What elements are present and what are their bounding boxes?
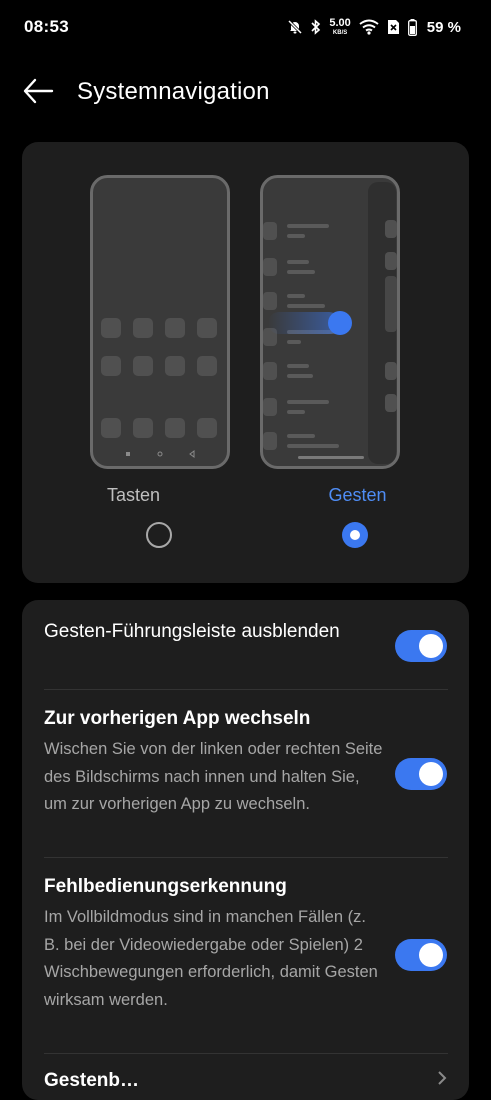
bluetooth-icon <box>311 19 321 35</box>
tasten-phone-illustration <box>90 175 230 469</box>
setting-hide-gesture-bar[interactable]: Gesten-Führungsleiste ausblenden <box>44 617 384 647</box>
setting-title: Zur vorherigen App wechseln <box>44 708 311 729</box>
divider <box>44 689 448 690</box>
page-title: Systemnavigation <box>77 78 270 105</box>
option-tasten[interactable]: Tasten <box>22 142 245 583</box>
setting-description: Im Vollbildmodus sind in manchen Fällen … <box>44 908 378 1009</box>
setting-description: Wischen Sie von der linken oder rechten … <box>44 740 383 813</box>
tasten-label: Tasten <box>106 485 161 505</box>
battery-percent: 59 % <box>426 18 461 36</box>
gesten-phone-illustration <box>260 175 400 469</box>
status-time: 08:53 <box>24 17 69 36</box>
mute-bell-icon <box>287 19 303 35</box>
sim-x-icon <box>387 19 400 35</box>
back-button[interactable] <box>22 76 54 106</box>
setting-title: Fehlbedienungserkennung <box>44 876 287 897</box>
previous-app-toggle[interactable] <box>395 758 447 790</box>
gesten-radio[interactable] <box>342 522 368 548</box>
misoperation-detection-toggle[interactable] <box>395 939 447 971</box>
gesten-label: Gesten <box>328 485 387 505</box>
tasten-radio[interactable] <box>146 522 172 548</box>
navigation-mode-card: Tasten Gesten <box>22 142 469 583</box>
net-speed-value: 5.00 <box>329 17 351 29</box>
battery-icon <box>407 18 417 36</box>
arrow-left-icon <box>23 78 54 104</box>
app-bar: Systemnavigation <box>0 60 491 122</box>
net-speed: 5.00 KB/S <box>329 17 351 37</box>
net-speed-unit: KB/S <box>332 30 348 36</box>
status-bar: 08:53 5.00 KB/S 59 % <box>0 0 491 54</box>
chevron-right-icon <box>437 1070 447 1091</box>
divider <box>44 1053 448 1054</box>
setting-previous-app[interactable]: Zur vorherigen App wechseln Wischen Sie … <box>44 704 384 819</box>
wifi-icon <box>359 19 379 35</box>
hide-gesture-bar-toggle[interactable] <box>395 630 447 662</box>
status-icons: 5.00 KB/S 59 % <box>287 14 461 40</box>
setting-gesture-item[interactable]: Gestenb… <box>44 1070 139 1092</box>
setting-title: Gesten-Führungsleiste ausblenden <box>44 621 340 642</box>
setting-misoperation-detection[interactable]: Fehlbedienungserkennung Im Vollbildmodus… <box>44 872 384 1014</box>
divider <box>44 857 448 858</box>
settings-card: Gesten-Führungsleiste ausblenden Zur vor… <box>22 600 469 1100</box>
option-gesten[interactable]: Gesten <box>246 142 469 583</box>
